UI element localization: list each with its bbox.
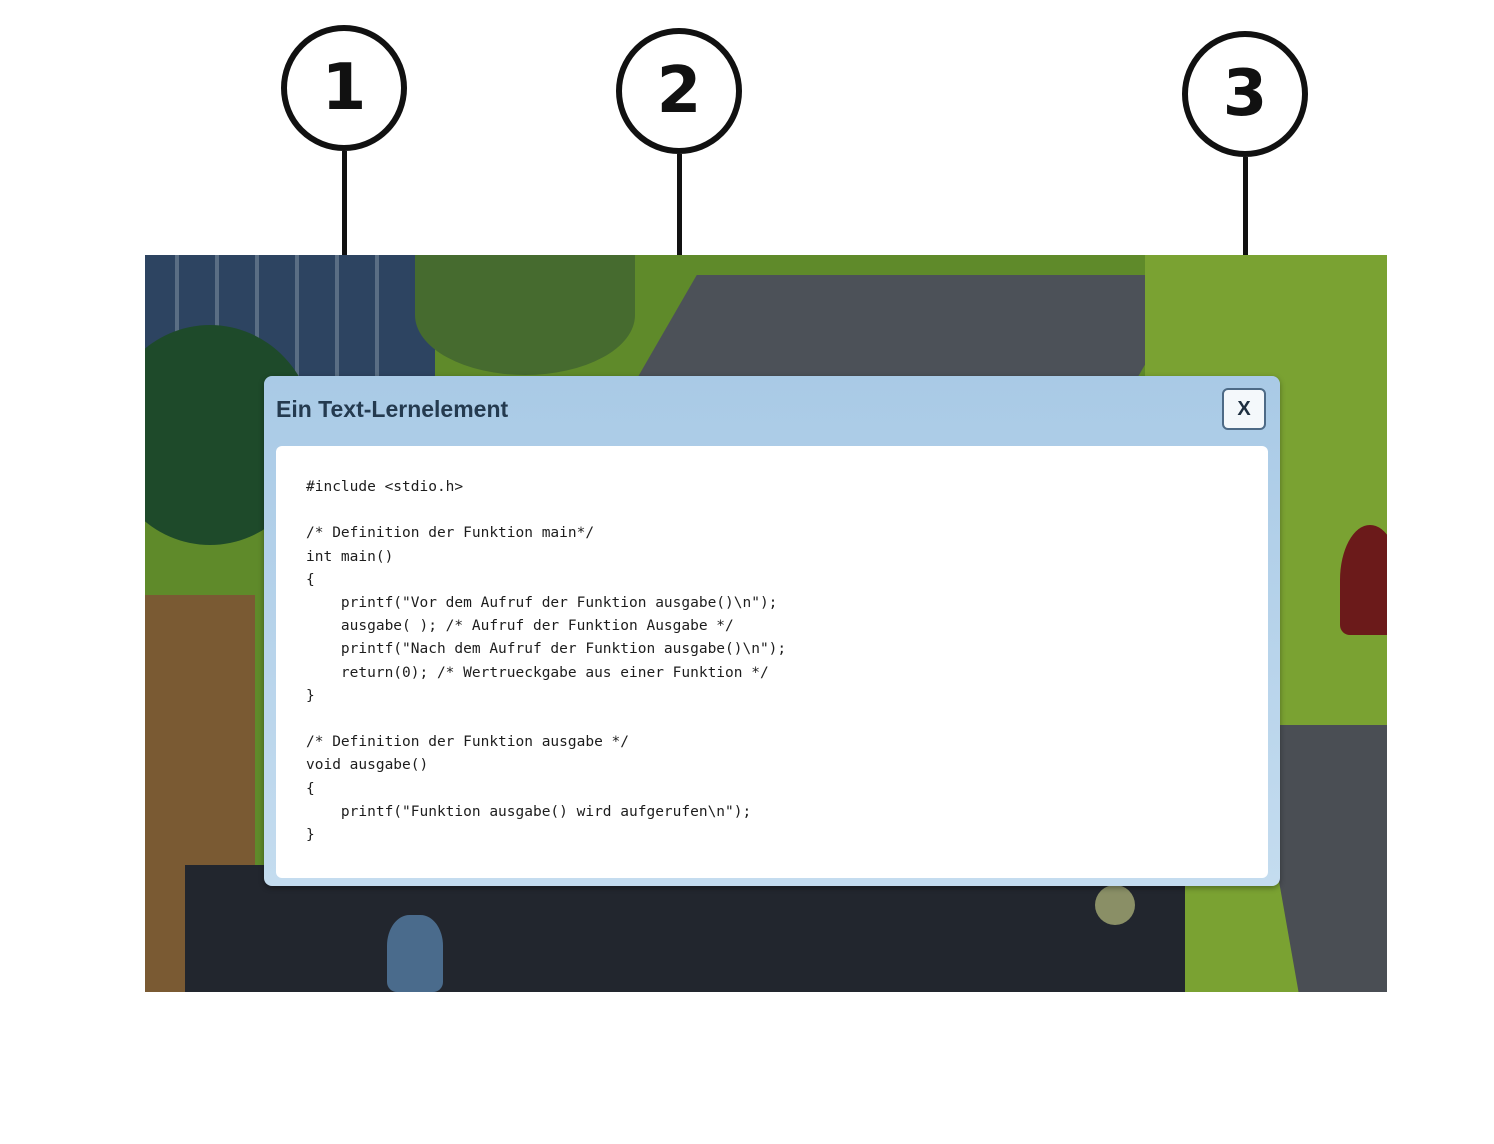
callout-3: 3	[1182, 31, 1308, 157]
close-button[interactable]: X	[1222, 388, 1266, 430]
dialog-title: Ein Text-Lernelement	[276, 396, 509, 422]
scene-item-small	[1095, 885, 1135, 925]
scene-barrel	[387, 915, 443, 992]
callout-2: 2	[616, 28, 742, 154]
text-learning-element-dialog: Ein Text-Lernelement X #include <stdio.h…	[264, 376, 1280, 886]
callout-1: 1	[281, 25, 407, 151]
scene-tree-top	[415, 255, 635, 375]
code-listing: #include <stdio.h> /* Definition der Fun…	[306, 479, 787, 844]
dialog-content-area: #include <stdio.h> /* Definition der Fun…	[276, 446, 1268, 878]
scene-path-top	[633, 275, 1197, 385]
